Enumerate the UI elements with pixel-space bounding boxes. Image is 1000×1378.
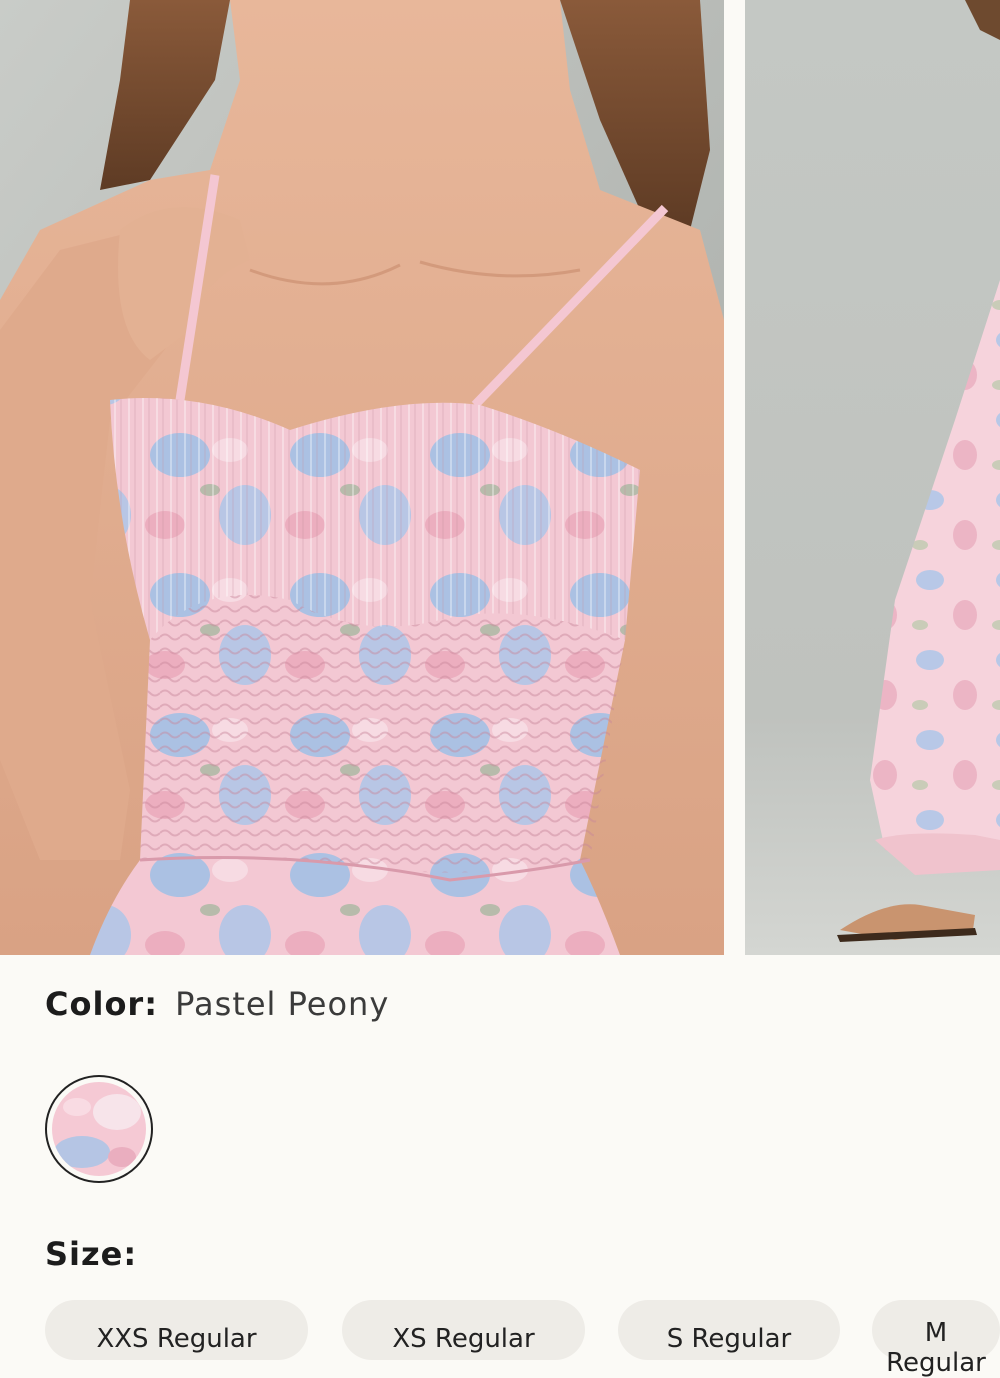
size-option-xxs[interactable]: XXS Regular — [45, 1300, 308, 1360]
color-swatch-pastel-peony[interactable] — [45, 1075, 153, 1183]
model-closeup-photo — [0, 0, 724, 955]
color-value: Pastel Peony — [175, 985, 390, 1023]
size-options-list: XXS Regular XS Regular S Regular M Regul… — [45, 1300, 1000, 1378]
color-label: Color: — [45, 985, 158, 1023]
swatch-pattern-icon — [52, 1082, 146, 1176]
product-image-next[interactable] — [745, 0, 1000, 955]
size-option-xs[interactable]: XS Regular — [342, 1300, 585, 1360]
product-image-main[interactable] — [0, 0, 724, 955]
size-option-s[interactable]: S Regular — [618, 1300, 840, 1360]
color-selector-heading: Color: Pastel Peony — [45, 985, 389, 1023]
size-label: Size: — [45, 1235, 138, 1273]
model-full-length-photo — [745, 0, 1000, 955]
size-option-m[interactable]: M Regular — [872, 1300, 1000, 1378]
image-gallery[interactable] — [0, 0, 1000, 955]
